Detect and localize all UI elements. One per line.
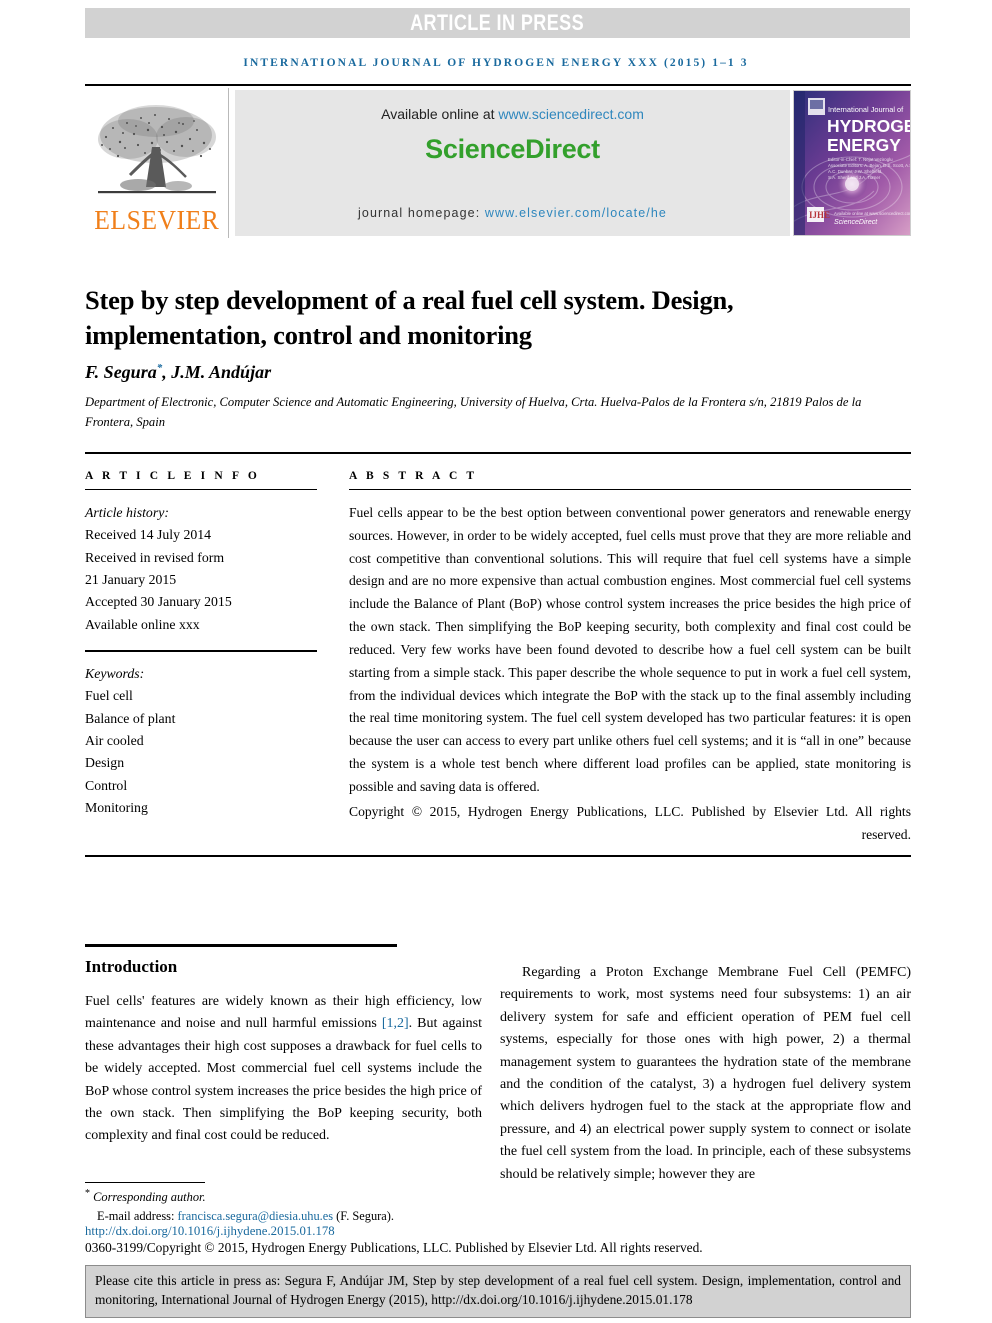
cover-sciencedirect-brand: ScienceDirect (834, 219, 878, 226)
cover-line-3: ENERGY (827, 135, 901, 155)
email-note: E-mail address: francisca.segura@diesia.… (85, 1207, 505, 1226)
journal-homepage-link[interactable]: www.elsevier.com/locate/he (485, 206, 667, 220)
abstract-heading: A B S T R A C T (349, 470, 478, 482)
article-info-heading: A R T I C L E I N F O (85, 470, 260, 482)
abstract-top-rule (85, 452, 911, 454)
available-online-prefix: Available online at (381, 106, 499, 122)
cover-line-2: HYDROGEN (827, 116, 910, 136)
svg-text:Available online at www.scienc: Available online at www.sciencedirect.co… (834, 211, 910, 216)
footnote-star-marker: * (85, 1188, 90, 1199)
keywords-label: Keywords: (85, 666, 145, 682)
author-primary: F. Segura (85, 362, 157, 382)
article-history-block: Article history: Received 14 July 2014 R… (85, 502, 317, 636)
abstract-divider (349, 489, 911, 490)
email-label: E-mail address: (97, 1208, 178, 1223)
abstract-body: Fuel cells appear to be the best option … (349, 505, 911, 794)
cover-elsevier-mark (808, 98, 825, 115)
keywords-divider (85, 650, 317, 653)
please-cite-text: Please cite this article in press as: Se… (95, 1273, 901, 1308)
history-item: Received 14 July 2014 (85, 527, 212, 543)
journal-cover-art: International Journal of HYDROGEN ENERGY… (794, 91, 910, 235)
introduction-paragraph-left: Fuel cells' features are widely known as… (85, 991, 482, 1148)
corresponding-author-text: Corresponding author. (93, 1190, 206, 1205)
svg-text:Editor-in-Chief: T. Nejat Vez: Editor-in-Chief: T. Nejat Veziroglu (828, 157, 893, 162)
history-item: Received in revised form (85, 549, 225, 565)
author-affiliation: Department of Electronic, Computer Scien… (85, 395, 862, 430)
journal-homepage-prefix: journal homepage: (358, 206, 485, 220)
author-secondary: , J.M. Andújar (162, 362, 272, 382)
svg-text:A.C. Dunbar, J.W. Sheffield,: A.C. Dunbar, J.W. Sheffield, (828, 169, 882, 174)
article-in-press-label: ARTICLE IN PRESS (410, 10, 585, 35)
svg-text:IJHE: IJHE (809, 210, 830, 220)
journal-masthead: ELSEVIER Available online at www.science… (85, 84, 911, 238)
elsevier-tree-icon (97, 105, 216, 194)
history-item: Available online xxx (85, 616, 200, 632)
journal-homepage-line: journal homepage: www.elsevier.com/locat… (358, 206, 667, 220)
body-column-right: Regarding a Proton Exchange Membrane Fue… (500, 948, 911, 1200)
reference-link-1-2[interactable]: [1,2] (382, 1016, 409, 1031)
keyword-item: Monitoring (85, 800, 148, 816)
please-cite-box: Please cite this article in press as: Se… (85, 1265, 911, 1318)
article-title: Step by step development of a real fuel … (85, 284, 734, 350)
keyword-item: Design (85, 755, 125, 771)
footnote-rule (85, 1182, 205, 1183)
introduction-rule (85, 944, 397, 947)
introduction-heading: Introduction (85, 957, 178, 976)
cover-line-1: International Journal of (828, 105, 904, 114)
keyword-item: Control (85, 777, 128, 793)
elsevier-logo: ELSEVIER (85, 88, 229, 238)
svg-text:S.A. Sherif and J.A. Turner: S.A. Sherif and J.A. Turner (828, 175, 881, 180)
sciencedirect-panel: Available online at www.sciencedirect.co… (235, 90, 790, 236)
corresponding-author-note: * Corresponding author. (85, 1186, 505, 1207)
journal-cover-image: International Journal of HYDROGEN ENERGY… (793, 90, 911, 236)
history-item: Accepted 30 January 2015 (85, 594, 232, 610)
abstract-bottom-rule (85, 855, 911, 857)
elsevier-wordmark: ELSEVIER (94, 205, 219, 235)
email-suffix: (F. Segura). (333, 1208, 395, 1223)
sciencedirect-wordmark: ScienceDirect (425, 134, 600, 164)
keywords-block: Keywords: Fuel cell Balance of plant Air… (85, 663, 317, 819)
email-link[interactable]: francisca.segura@diesia.uhu.es (178, 1209, 334, 1223)
article-history-label: Article history: (85, 505, 169, 520)
sciencedirect-url-link[interactable]: www.sciencedirect.com (498, 106, 644, 122)
available-online-line: Available online at www.sciencedirect.co… (381, 106, 644, 122)
issn-copyright-line: 0360-3199/Copyright © 2015, Hydrogen Ene… (85, 1240, 703, 1255)
article-info-divider (85, 489, 317, 490)
body-column-left: Introduction Fuel cells' features are wi… (85, 952, 482, 1162)
keyword-item: Air cooled (85, 733, 144, 749)
author-list: F. Segura*, J.M. Andújar (85, 362, 271, 383)
footnote-block: * Corresponding author. E-mail address: … (85, 1186, 505, 1226)
doi-link[interactable]: http://dx.doi.org/10.1016/j.ijhydene.201… (85, 1224, 335, 1239)
svg-text:Associate Editors: A. Bejan,: Associate Editors: A. Bejan, D.S. Scott,… (828, 163, 910, 168)
journal-running-head: INTERNATIONAL JOURNAL OF HYDROGEN ENERGY… (243, 57, 749, 69)
introduction-paragraph-right: Regarding a Proton Exchange Membrane Fue… (500, 965, 911, 1182)
intro-text-part-2: . But against these advantages their hig… (85, 1016, 482, 1144)
keyword-item: Balance of plant (85, 710, 176, 726)
keyword-item: Fuel cell (85, 688, 133, 704)
article-info-column: A R T I C L E I N F O Article history: R… (85, 470, 317, 819)
abstract-copyright: Copyright © 2015, Hydrogen Energy Public… (349, 803, 911, 842)
history-item: 21 January 2015 (85, 572, 177, 588)
abstract-column: A B S T R A C T Fuel cells appear to be … (349, 470, 911, 846)
article-in-press-banner: ARTICLE IN PRESS (85, 8, 910, 38)
